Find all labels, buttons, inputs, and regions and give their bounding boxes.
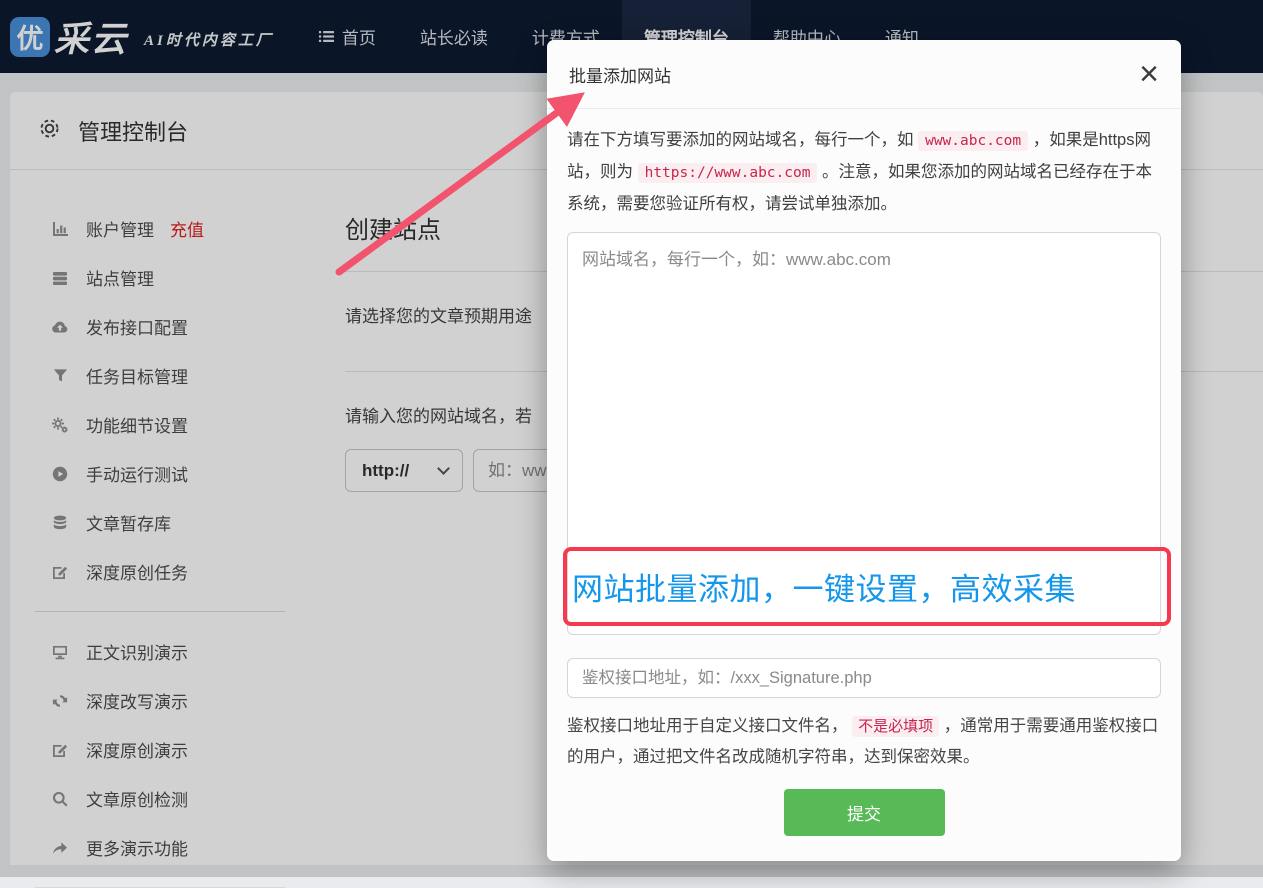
modal-body: 请在下方填写要添加的网站域名，每行一个，如 www.abc.com ，如果是ht… [547,109,1181,836]
modal-intro-text: 请在下方填写要添加的网站域名，每行一个，如 www.abc.com ，如果是ht… [567,125,1161,220]
auth-hint-text: 鉴权接口地址用于自定义接口文件名， 不是必填项 ，通常用于需要通用鉴权接口的用户… [567,711,1161,773]
bulk-add-site-modal: 批量添加网站 × 请在下方填写要添加的网站域名，每行一个，如 www.abc.c… [547,40,1181,861]
submit-button[interactable]: 提交 [784,789,945,836]
domain-example-code: www.abc.com [918,131,1028,151]
https-example-code: https://www.abc.com [638,163,818,183]
close-icon[interactable]: × [1139,61,1159,87]
optional-badge: 不是必填项 [852,716,939,737]
modal-header: 批量添加网站 × [547,40,1181,109]
auth-endpoint-input[interactable] [567,658,1161,698]
domains-textarea[interactable] [567,232,1161,635]
modal-title: 批量添加网站 [569,62,671,87]
